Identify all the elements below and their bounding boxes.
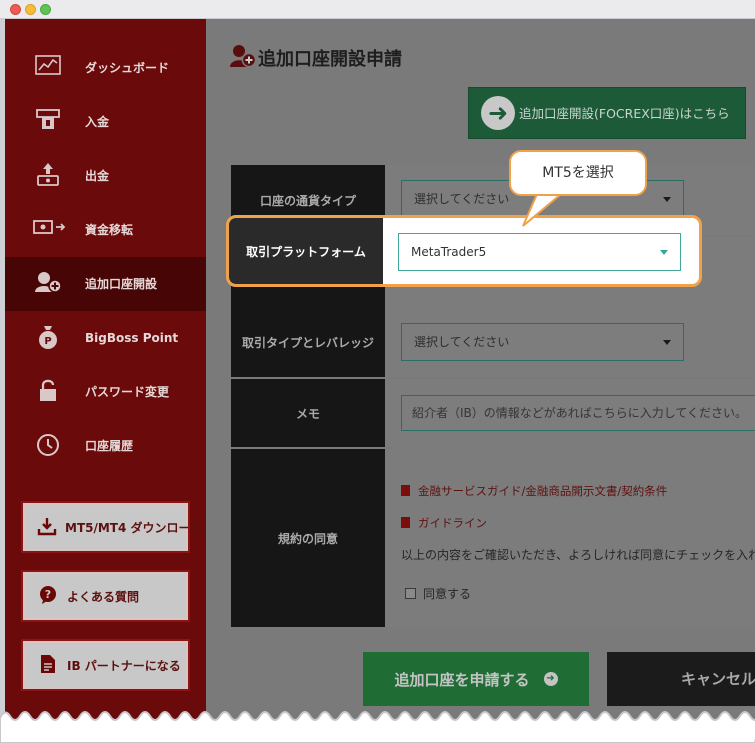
callout-text: MT5を選択 bbox=[542, 165, 614, 181]
form-row-memo: メモ 紹介者（IB）の情報などがあればこちらに入力してください。 bbox=[231, 379, 755, 447]
memo-label: メモ bbox=[231, 379, 385, 447]
trade-type-select-value: 選択してください bbox=[414, 335, 510, 349]
sidebar-item-history[interactable]: 口座履歴 bbox=[5, 419, 206, 473]
sidebar-item-label: 口座履歴 bbox=[85, 439, 134, 453]
form-row-agreement: 規約の同意 金融サービスガイド/金融商品開示文書/契約条件 ガイドライン 以上の… bbox=[231, 449, 755, 627]
sidebar-item-label: BigBoss Point bbox=[85, 331, 179, 345]
terms-link-label: 金融サービスガイド/金融商品開示文書/契約条件 bbox=[418, 484, 668, 498]
download-icon bbox=[37, 516, 57, 538]
ib-partner-button-label: IB パートナーになる bbox=[67, 658, 181, 673]
transfer-icon bbox=[33, 216, 66, 244]
platform-select-value: MetaTrader5 bbox=[411, 245, 487, 259]
sidebar-item-label: パスワード変更 bbox=[85, 385, 170, 399]
platform-row-highlight: 取引プラットフォーム MetaTrader5 bbox=[226, 215, 702, 287]
document-icon bbox=[37, 654, 59, 676]
currency-select-value: 選択してください bbox=[414, 192, 510, 206]
document-icon bbox=[401, 517, 410, 528]
platform-select[interactable]: MetaTrader5 bbox=[398, 233, 681, 271]
maximize-window-button[interactable] bbox=[40, 4, 51, 15]
guideline-link[interactable]: ガイドライン bbox=[401, 515, 487, 531]
close-window-button[interactable] bbox=[10, 4, 21, 15]
chevron-down-icon bbox=[663, 340, 671, 345]
torn-edge bbox=[0, 711, 755, 743]
sidebar-item-dashboard[interactable]: ダッシュボード bbox=[5, 41, 206, 95]
sidebar-item-password[interactable]: パスワード変更 bbox=[5, 365, 206, 419]
sidebar-item-transfer[interactable]: 資金移転 bbox=[5, 203, 206, 257]
focrex-account-button[interactable]: ➜ 追加口座開設(FOCREX口座)はこちら bbox=[468, 87, 746, 139]
arrow-right-icon: ➜ bbox=[543, 672, 558, 686]
question-icon: ? bbox=[37, 585, 59, 607]
document-icon bbox=[401, 485, 410, 496]
callout-tail bbox=[522, 192, 564, 227]
svg-text:P: P bbox=[44, 336, 51, 347]
cancel-button[interactable]: キャンセル bbox=[607, 652, 755, 706]
sidebar-item-label: 出金 bbox=[85, 169, 110, 183]
chevron-down-icon bbox=[660, 250, 668, 255]
browser-window: ダッシュボード 入金 出金 資金移転 追加口座開設 P BigBoss Poin… bbox=[0, 0, 755, 743]
minimize-window-button[interactable] bbox=[25, 4, 36, 15]
callout-bubble: MT5を選択 bbox=[509, 150, 647, 196]
agree-checkbox-label: 同意する bbox=[423, 587, 472, 601]
history-icon bbox=[33, 432, 63, 460]
point-icon: P bbox=[33, 324, 63, 352]
add-account-icon bbox=[229, 43, 257, 69]
faq-button-label: よくある質問 bbox=[67, 589, 140, 604]
sidebar-item-label: 入金 bbox=[85, 115, 110, 129]
sidebar-item-label: 追加口座開設 bbox=[85, 277, 158, 291]
download-button-label: MT5/MT4 ダウンロード bbox=[65, 520, 203, 535]
memo-input[interactable]: 紹介者（IB）の情報などがあればこちらに入力してください。 bbox=[401, 395, 755, 431]
ib-partner-button[interactable]: IB パートナーになる bbox=[21, 639, 190, 691]
trade-type-select[interactable]: 選択してください bbox=[401, 323, 684, 361]
page-viewport: ダッシュボード 入金 出金 資金移転 追加口座開設 P BigBoss Poin… bbox=[5, 19, 755, 724]
submit-button[interactable]: 追加口座を申請する ➜ bbox=[363, 652, 589, 706]
trade-type-field-cell: 選択してください bbox=[385, 307, 755, 377]
sidebar-item-label: ダッシュボード bbox=[85, 61, 170, 75]
chart-icon bbox=[33, 54, 63, 82]
trade-type-label: 取引タイプとレバレッジ bbox=[231, 307, 385, 377]
add-account-icon bbox=[33, 270, 63, 298]
svg-text:?: ? bbox=[45, 588, 51, 601]
withdraw-icon bbox=[33, 162, 63, 190]
sidebar-item-add-account[interactable]: 追加口座開設 bbox=[5, 257, 206, 311]
sidebar-item-bigboss-point[interactable]: P BigBoss Point bbox=[5, 311, 206, 365]
focrex-button-label: 追加口座開設(FOCREX口座)はこちら bbox=[519, 106, 730, 121]
submit-button-label: 追加口座を申請する bbox=[394, 670, 530, 689]
lock-icon bbox=[33, 378, 63, 406]
guideline-link-label: ガイドライン bbox=[418, 516, 487, 530]
deposit-icon bbox=[33, 108, 63, 136]
sidebar-item-deposit[interactable]: 入金 bbox=[5, 95, 206, 149]
title-bar bbox=[0, 0, 755, 19]
chevron-down-icon bbox=[663, 197, 671, 202]
sidebar-item-withdraw[interactable]: 出金 bbox=[5, 149, 206, 203]
form-row-trade-type: 取引タイプとレバレッジ 選択してください bbox=[231, 307, 755, 377]
platform-label: 取引プラットフォーム bbox=[229, 218, 383, 284]
faq-button[interactable]: ? よくある質問 bbox=[21, 570, 190, 622]
download-button[interactable]: MT5/MT4 ダウンロード bbox=[21, 501, 203, 553]
arrow-right-icon: ➜ bbox=[481, 96, 515, 130]
terms-link[interactable]: 金融サービスガイド/金融商品開示文書/契約条件 bbox=[401, 483, 667, 499]
sidebar-item-label: 資金移転 bbox=[85, 223, 134, 237]
agreement-field-cell: 金融サービスガイド/金融商品開示文書/契約条件 ガイドライン 以上の内容をご確認… bbox=[385, 449, 755, 627]
sidebar: ダッシュボード 入金 出金 資金移転 追加口座開設 P BigBoss Poin… bbox=[5, 19, 206, 724]
agreement-text: 以上の内容をご確認いただき、よろしければ同意にチェックを入れ bbox=[401, 548, 755, 562]
agreement-label: 規約の同意 bbox=[231, 449, 385, 627]
agree-checkbox[interactable] bbox=[405, 588, 416, 599]
page-title: 追加口座開設申請 bbox=[258, 49, 402, 70]
main-content: 追加口座開設申請 ➜ 追加口座開設(FOCREX口座)はこちら 口座の通貨タイプ… bbox=[206, 19, 755, 724]
memo-field-cell: 紹介者（IB）の情報などがあればこちらに入力してください。 bbox=[385, 379, 755, 447]
